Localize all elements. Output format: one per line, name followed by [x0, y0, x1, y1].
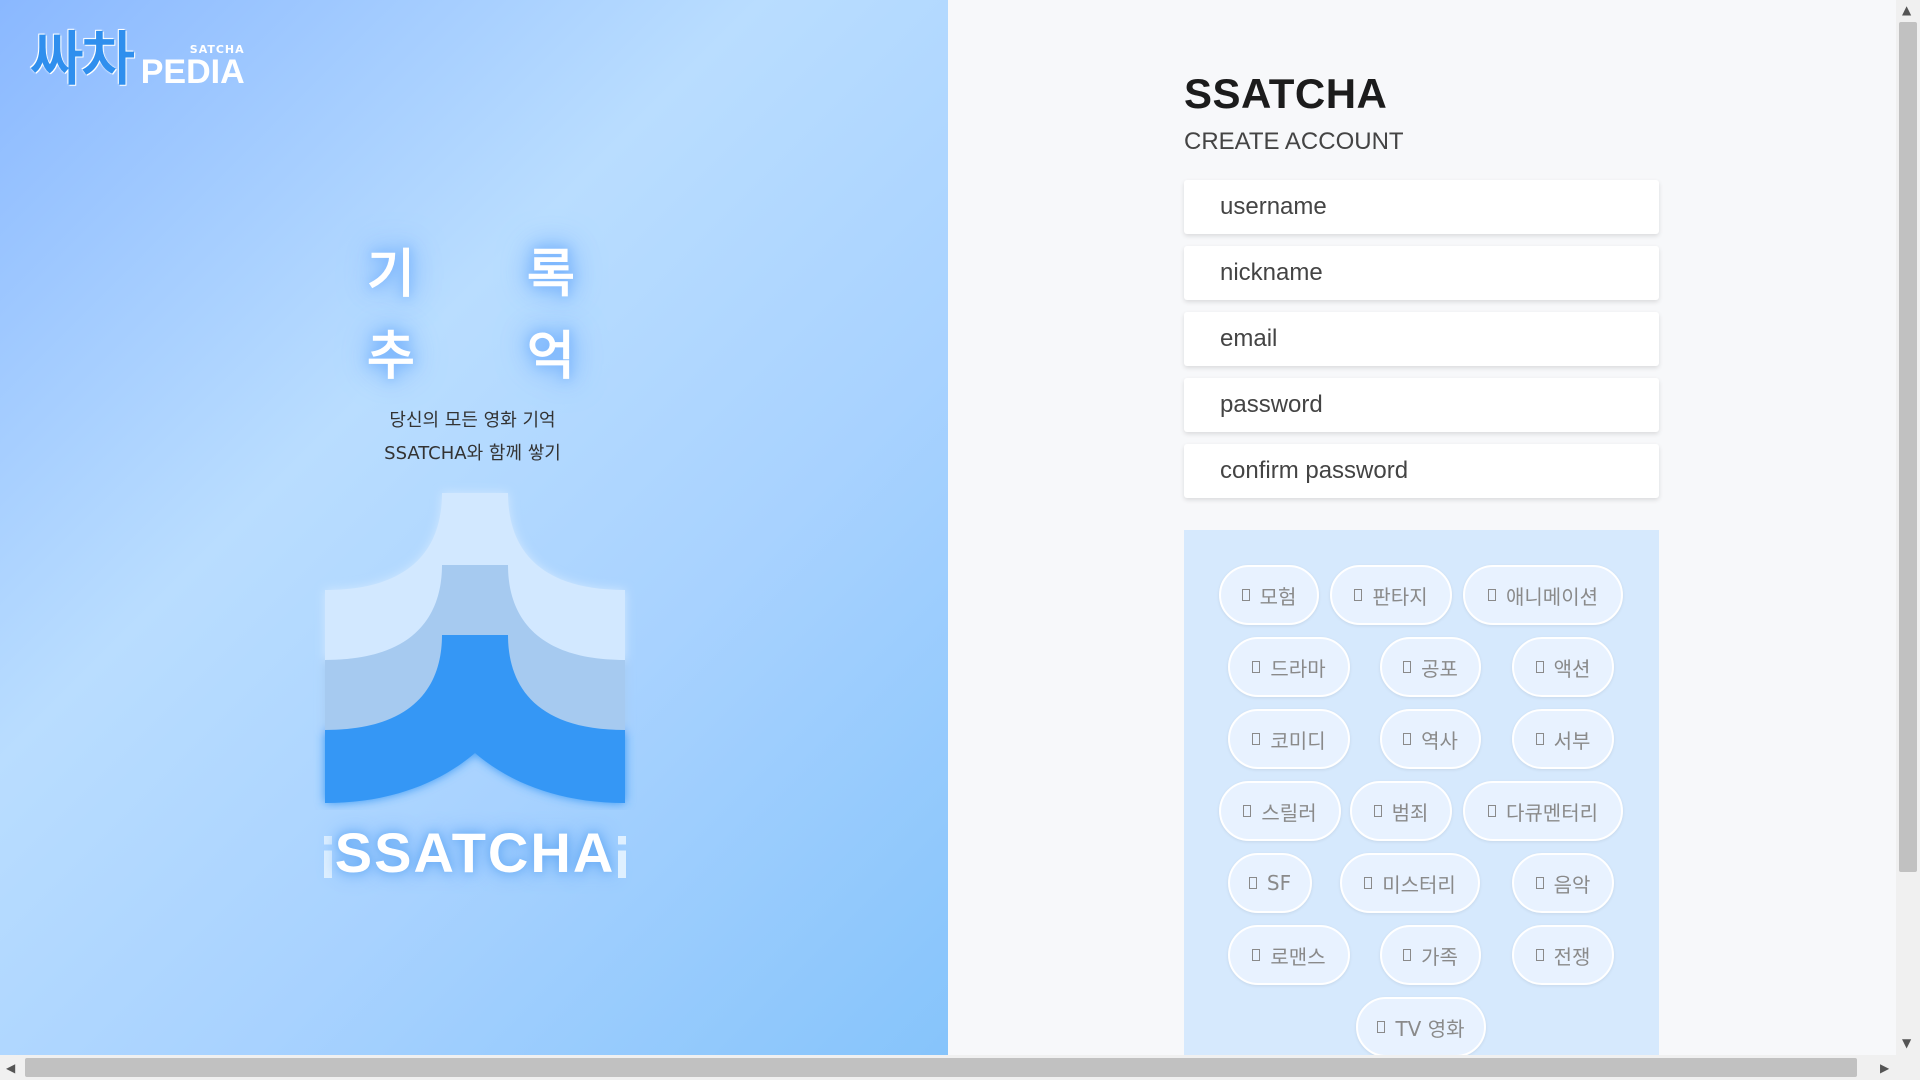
checkbox-icon [1252, 661, 1261, 673]
signup-panel: SSATCHA CREATE ACCOUNT 모험 판타지 애니메이션 드라마 … [948, 0, 1896, 1070]
hero-char: 기 [367, 245, 415, 305]
checkbox-icon [1364, 877, 1373, 889]
genre-chip[interactable]: TV 영화 [1356, 997, 1486, 1057]
genre-label: 애니메이션 [1506, 584, 1598, 609]
genre-chip[interactable]: 서부 [1512, 709, 1614, 769]
genre-label: 음악 [1553, 872, 1591, 897]
genre-chip[interactable]: SF [1228, 853, 1312, 913]
genre-chip[interactable]: 전쟁 [1512, 925, 1614, 985]
ssatcha-logo-mark [325, 493, 625, 803]
scroll-left-icon[interactable]: ◀ [6, 1061, 15, 1075]
genre-label: 미스터리 [1382, 872, 1456, 897]
hero-logo-text: SSATCHA [334, 821, 616, 884]
checkbox-icon [1241, 589, 1250, 601]
genre-chip[interactable]: 로맨스 [1228, 925, 1350, 985]
genre-chip[interactable]: 모험 [1219, 565, 1319, 625]
genre-chip[interactable]: 스릴러 [1219, 781, 1341, 841]
genre-label: SF [1266, 871, 1292, 895]
form-title: SSATCHA [1184, 70, 1388, 117]
genre-chip[interactable]: 공포 [1380, 637, 1481, 697]
checkbox-icon [1535, 949, 1544, 961]
genre-label: TV 영화 [1395, 1016, 1465, 1041]
hero-tagline: 당신의 모든 영화 기억 SSATCHA와 함께 쌓기 [300, 404, 645, 470]
genre-chip[interactable]: 애니메이션 [1463, 565, 1623, 625]
nickname-field[interactable] [1184, 246, 1659, 300]
password-field[interactable] [1184, 378, 1659, 432]
genre-label: 판타지 [1372, 584, 1428, 609]
hero-glow-characters: 기 록 추 억 [355, 232, 600, 392]
hero-tagline-line-1: 당신의 모든 영화 기억 [389, 410, 556, 431]
checkbox-icon [1252, 949, 1261, 961]
confirm-password-field[interactable] [1184, 444, 1659, 498]
genre-label: 액션 [1553, 656, 1591, 681]
genre-label: 공포 [1421, 656, 1458, 681]
checkbox-icon [1248, 877, 1257, 889]
genre-label: 범죄 [1391, 800, 1429, 825]
genre-label: 스릴러 [1261, 800, 1317, 825]
checkbox-icon [1488, 589, 1496, 601]
genre-chip[interactable]: 코미디 [1228, 709, 1350, 769]
genre-chip[interactable]: 미스터리 [1340, 853, 1480, 913]
brand-pedia-text: PEDIA [140, 53, 245, 91]
genre-label: 역사 [1421, 728, 1458, 753]
hero-char: 억 [527, 327, 575, 387]
genre-chip[interactable]: 액션 [1512, 637, 1614, 697]
genre-selector: 모험 판타지 애니메이션 드라마 공포 액션 코미디 역사 서부 스릴러 범죄 … [1184, 530, 1659, 1070]
checkbox-icon [1535, 877, 1544, 889]
hero-panel: 싸차 SATCHA PEDIA 기 록 추 억 당신의 모든 영화 기억 SSA… [0, 0, 948, 1055]
genre-label: 다큐멘터리 [1506, 800, 1598, 825]
brand-logo[interactable]: 싸차 SATCHA PEDIA [30, 25, 245, 93]
genre-chip[interactable]: 다큐멘터리 [1463, 781, 1623, 841]
email-field[interactable] [1184, 312, 1659, 366]
genre-label: 모험 [1259, 584, 1297, 609]
checkbox-icon [1377, 1021, 1386, 1033]
genre-label: 서부 [1553, 728, 1591, 753]
genre-label: 코미디 [1270, 728, 1326, 753]
vertical-scroll-thumb[interactable] [1899, 22, 1917, 872]
checkbox-icon [1252, 733, 1261, 745]
hero-tagline-line-2: SSATCHA와 함께 쌓기 [384, 443, 561, 464]
checkbox-icon [1403, 661, 1412, 673]
checkbox-icon [1535, 733, 1544, 745]
genre-chip[interactable]: 드라마 [1228, 637, 1350, 697]
checkbox-icon [1403, 733, 1412, 745]
genre-chip[interactable]: 역사 [1380, 709, 1481, 769]
username-field[interactable] [1184, 180, 1659, 234]
checkbox-icon [1488, 805, 1496, 817]
genre-label: 드라마 [1270, 656, 1326, 681]
brand-korean: 싸차 [30, 25, 135, 93]
scroll-down-icon[interactable]: ▼ [1902, 1036, 1911, 1050]
horizontal-scroll-thumb[interactable] [25, 1058, 1857, 1077]
hero-char: 추 [367, 327, 415, 387]
genre-label: 가족 [1421, 944, 1458, 969]
checkbox-icon [1403, 949, 1412, 961]
genre-label: 전쟁 [1553, 944, 1591, 969]
genre-label: 로맨스 [1270, 944, 1326, 969]
form-subtitle: CREATE ACCOUNT [1184, 128, 1404, 155]
signup-form: SSATCHA CREATE ACCOUNT [1184, 70, 1659, 498]
hero-char: 록 [527, 245, 575, 305]
genre-chip[interactable]: 음악 [1512, 853, 1614, 913]
checkbox-icon [1243, 805, 1252, 817]
genre-chip[interactable]: 가족 [1380, 925, 1481, 985]
checkbox-icon [1354, 589, 1363, 601]
checkbox-icon [1535, 661, 1544, 673]
genre-chip[interactable]: 판타지 [1330, 565, 1452, 625]
scroll-up-icon[interactable]: ▲ [1902, 3, 1911, 17]
scroll-right-icon[interactable]: ▶ [1880, 1061, 1889, 1075]
genre-chip[interactable]: 범죄 [1350, 781, 1452, 841]
logo-divider-right [618, 836, 626, 878]
checkbox-icon [1373, 805, 1382, 817]
